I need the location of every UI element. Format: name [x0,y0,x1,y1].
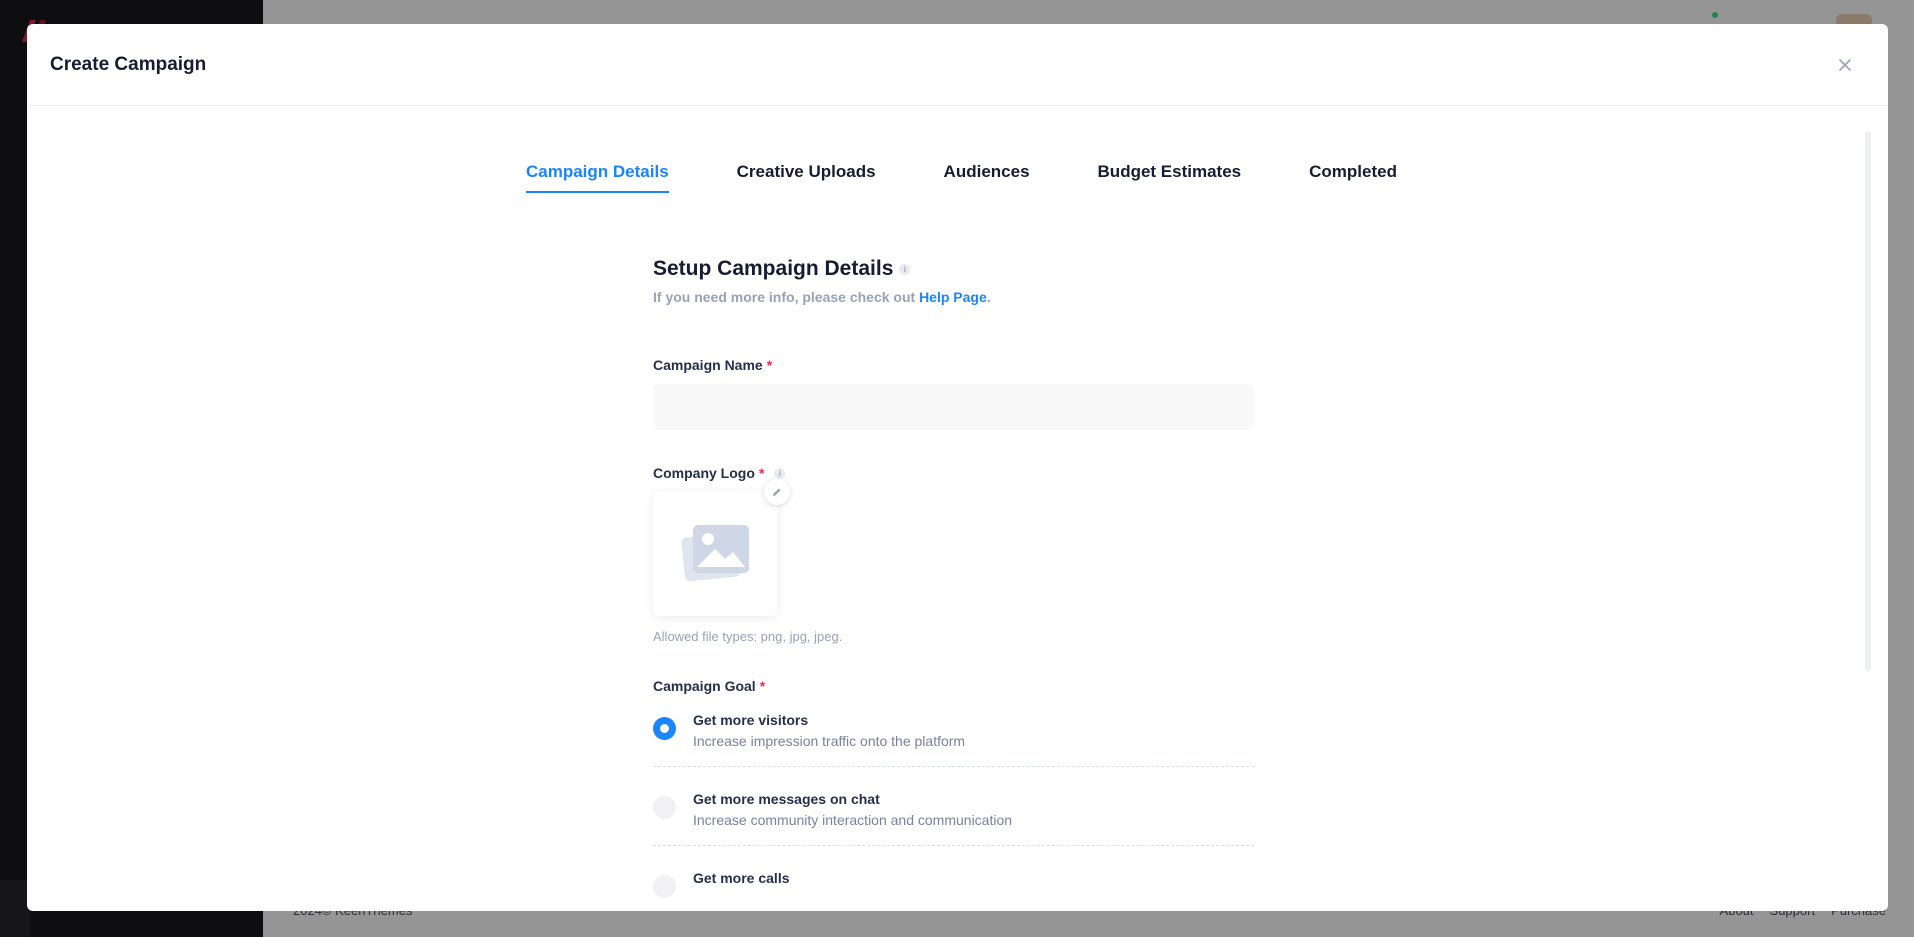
help-page-link[interactable]: Help Page [919,289,987,305]
radio-calls[interactable] [653,875,676,898]
goal-description: Increase community interaction and commu… [693,812,1013,828]
modal-header: Create Campaign [27,24,1888,106]
goal-title: Get more visitors [693,712,809,728]
logo-uploader [653,479,790,616]
radio-visitors[interactable] [653,717,676,740]
campaign-goal-label-row: Campaign Goal * [653,678,1254,694]
tab-completed[interactable]: Completed [1309,162,1397,193]
campaign-goal-options: Get more visitors Increase impression tr… [653,712,1254,911]
stepper-tabs: Campaign Details Creative Uploads Audien… [526,162,1397,193]
form-subtitle-suffix: . [986,289,991,305]
tab-audiences[interactable]: Audiences [944,162,1030,193]
goal-title: Get more messages on chat [693,791,880,807]
campaign-name-label-row: Campaign Name * [653,357,1254,373]
radio-messages[interactable] [653,796,676,819]
tab-campaign-details[interactable]: Campaign Details [526,162,669,193]
info-icon[interactable]: i [899,263,911,275]
company-logo-label-row: Company Logo * i [653,465,1254,481]
tab-budget-estimates[interactable]: Budget Estimates [1098,162,1242,193]
form-title-row: Setup Campaign Details i [653,257,1254,281]
campaign-details-form: Setup Campaign Details i If you need mor… [653,257,1254,911]
change-logo-button[interactable] [764,479,790,505]
goal-text: Get more calls [693,870,790,886]
image-placeholder-icon [680,524,749,581]
campaign-name-input[interactable] [653,384,1254,430]
info-icon[interactable]: i [774,467,786,479]
company-logo-label: Company Logo [653,465,755,481]
required-mark: * [758,465,765,481]
required-mark: * [759,678,766,694]
goal-title: Get more calls [693,870,790,886]
goal-option-visitors[interactable]: Get more visitors Increase impression tr… [653,712,1254,767]
create-campaign-modal: Create Campaign Campaign Details Creativ… [27,24,1888,911]
close-icon [1839,58,1851,71]
logo-preview[interactable] [653,491,778,616]
modal-title: Create Campaign [50,53,207,75]
campaign-name-label: Campaign Name [653,357,763,373]
goal-option-calls[interactable]: Get more calls [653,870,1254,911]
modal-body: Campaign Details Creative Uploads Audien… [27,107,1888,911]
logo-file-types-hint: Allowed file types: png, jpg, jpeg. [653,629,843,644]
goal-text: Get more messages on chat Increase commu… [693,791,1012,828]
goal-option-messages[interactable]: Get more messages on chat Increase commu… [653,791,1254,846]
background-sidebar-footer [0,880,30,937]
form-title: Setup Campaign Details [653,257,894,280]
goal-description: Increase impression traffic onto the pla… [693,733,966,749]
goal-text: Get more visitors Increase impression tr… [693,712,965,749]
required-mark: * [766,357,773,373]
online-status-dot [1712,12,1718,18]
close-button[interactable] [1831,51,1859,79]
pencil-icon [773,488,781,496]
tab-creative-uploads[interactable]: Creative Uploads [737,162,876,193]
form-subtitle: If you need more info, please check out … [653,289,1254,305]
campaign-goal-label: Campaign Goal [653,678,756,694]
form-subtitle-text: If you need more info, please check out [653,289,920,305]
scrollbar[interactable] [1865,131,1871,671]
